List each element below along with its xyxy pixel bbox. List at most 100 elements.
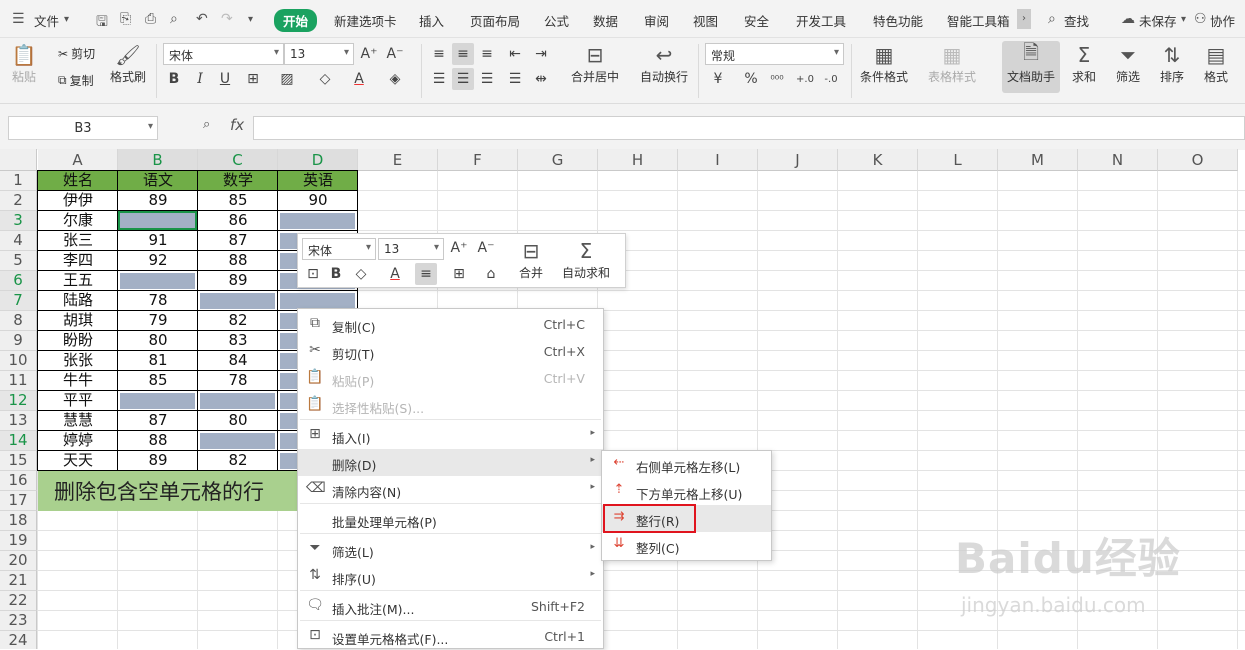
mini-size-select[interactable]: 13 [378, 238, 444, 260]
tab-data[interactable]: 数据 [593, 11, 618, 30]
table-cell[interactable]: 78 [118, 291, 198, 311]
row-header-4[interactable]: 4 [0, 231, 37, 251]
mini-autosum-button[interactable]: Σ 自动求和 [562, 238, 610, 281]
row-header-18[interactable]: 18 [0, 511, 37, 531]
currency-icon[interactable]: ¥ [707, 68, 729, 90]
fx-icon[interactable]: fx [230, 116, 244, 134]
column-header-n[interactable]: N [1078, 149, 1158, 171]
row-header-2[interactable]: 2 [0, 191, 37, 211]
table-cell[interactable]: 尔康 [38, 211, 118, 231]
column-header-k[interactable]: K [838, 149, 918, 171]
row-header-9[interactable]: 9 [0, 331, 37, 351]
tab-page-layout[interactable]: 页面布局 [470, 11, 520, 30]
decrease-indent-icon[interactable]: ⇤ [504, 43, 526, 65]
number-format-select[interactable]: 常规 [705, 43, 844, 65]
table-cell[interactable]: 87 [198, 231, 278, 251]
table-cell[interactable]: 胡琪 [38, 311, 118, 331]
font-name-select[interactable]: 宋体 [163, 43, 284, 65]
tab-insert[interactable]: 插入 [419, 11, 444, 30]
menu-item-copy[interactable]: ⧉ 复制(C) Ctrl+C [298, 311, 603, 338]
distribute-icon[interactable]: ⇹ [530, 68, 552, 90]
table-cell[interactable]: 平平 [38, 391, 118, 411]
empty-cell[interactable] [120, 393, 195, 409]
save-icon[interactable]: 🖫 [96, 11, 108, 35]
tab-scroll-icon[interactable]: › [1017, 9, 1031, 29]
cut-button[interactable]: ✂ 剪切 [58, 45, 95, 62]
submenu-item-shift-left[interactable]: ⇠ 右侧单元格左移(L) [602, 451, 771, 478]
justify-icon[interactable]: ☰ [504, 68, 526, 90]
table-cell[interactable]: 78 [198, 371, 278, 391]
table-cell[interactable]: 李四 [38, 251, 118, 271]
table-cell[interactable]: 81 [118, 351, 198, 371]
column-header-b[interactable]: B [118, 149, 198, 171]
header-cell[interactable]: 姓名 [38, 171, 118, 191]
table-cell[interactable]: 87 [118, 411, 198, 431]
print-icon[interactable]: ⎙ [145, 11, 156, 27]
table-cell[interactable]: 82 [198, 311, 278, 331]
row-header-15[interactable]: 15 [0, 451, 37, 471]
row-header-24[interactable]: 24 [0, 631, 37, 649]
row-header-20[interactable]: 20 [0, 551, 37, 571]
collab-button[interactable]: 协作 [1210, 11, 1235, 30]
menu-item-clear-content[interactable]: ⌫ 清除内容(N) ▸ [298, 476, 603, 503]
fill-pattern-icon[interactable]: ▨ [276, 68, 298, 90]
align-top-icon[interactable]: ≡ [428, 43, 450, 65]
table-cell[interactable]: 79 [118, 311, 198, 331]
search-icon[interactable]: ⌕ [1048, 11, 1056, 27]
underline-button[interactable]: U [214, 68, 236, 90]
table-cell[interactable]: 91 [118, 231, 198, 251]
table-cell[interactable]: 天天 [38, 451, 118, 471]
conditional-format-button[interactable]: ▦ 条件格式 [860, 42, 908, 85]
customize-icon[interactable]: ▾ [248, 14, 253, 25]
row-header-1[interactable]: 1 [0, 171, 37, 191]
hamburger-icon[interactable]: ☰ [12, 11, 25, 27]
menu-item-format-cells[interactable]: ⊡ 设置单元格格式(F)... Ctrl+1 [298, 623, 603, 650]
empty-cell[interactable] [200, 433, 275, 449]
eraser-icon[interactable]: ◈ [384, 68, 406, 90]
tab-security[interactable]: 安全 [744, 11, 769, 30]
increase-font-icon[interactable]: A⁺ [448, 237, 470, 259]
tab-start[interactable]: 开始 [274, 9, 318, 32]
empty-cell[interactable] [280, 293, 355, 309]
thousands-icon[interactable]: ⁰⁰⁰ [766, 68, 788, 90]
row-header-17[interactable]: 17 [0, 491, 37, 511]
column-header-i[interactable]: I [678, 149, 758, 171]
menu-item-sort[interactable]: ⇅ 排序(U) ▸ [298, 563, 603, 590]
redo-icon[interactable]: ↷ [221, 11, 233, 27]
file-menu[interactable]: 文件 [34, 11, 59, 30]
sum-button[interactable]: Σ 求和 [1070, 42, 1098, 85]
increase-decimal-icon[interactable]: +.0 [794, 68, 816, 90]
table-cell[interactable]: 80 [198, 411, 278, 431]
menu-item-delete[interactable]: 删除(D) ▸ [298, 449, 603, 476]
table-cell[interactable]: 89 [198, 271, 278, 291]
increase-font-icon[interactable]: A⁺ [358, 43, 380, 65]
formula-input[interactable] [253, 116, 1245, 140]
table-cell[interactable]: 88 [198, 251, 278, 271]
align-bottom-icon[interactable]: ≡ [476, 43, 498, 65]
table-cell[interactable]: 83 [198, 331, 278, 351]
row-header-7[interactable]: 7 [0, 291, 37, 311]
table-cell[interactable]: 80 [118, 331, 198, 351]
tab-formula[interactable]: 公式 [544, 11, 569, 30]
menu-item-paste[interactable]: 📋 粘贴(P) Ctrl+V [298, 365, 603, 392]
align-left-icon[interactable]: ☰ [428, 68, 450, 90]
merge-center-button[interactable]: ⊟ 合并居中 [571, 42, 619, 85]
table-cell[interactable]: 89 [118, 191, 198, 211]
empty-cell[interactable] [120, 273, 195, 289]
table-cell[interactable]: 盼盼 [38, 331, 118, 351]
italic-button[interactable]: I [189, 68, 211, 90]
paste-button[interactable]: 📋 粘贴 [10, 42, 38, 85]
row-header-21[interactable]: 21 [0, 571, 37, 591]
menu-item-insert-comment[interactable]: 🗨 插入批注(M)... Shift+F2 [298, 593, 603, 620]
table-cell[interactable]: 牛牛 [38, 371, 118, 391]
row-header-6[interactable]: 6 [0, 271, 37, 291]
row-header-23[interactable]: 23 [0, 611, 37, 631]
column-header-f[interactable]: F [438, 149, 518, 171]
table-cell[interactable]: 92 [118, 251, 198, 271]
row-header-3[interactable]: 3 [0, 211, 37, 231]
row-header-19[interactable]: 19 [0, 531, 37, 551]
table-cell[interactable]: 王五 [38, 271, 118, 291]
align-center-icon[interactable]: ≡ [415, 263, 437, 285]
border-icon[interactable]: ⊞ [448, 263, 470, 285]
format-button[interactable]: ▤ 格式 [1202, 42, 1230, 85]
